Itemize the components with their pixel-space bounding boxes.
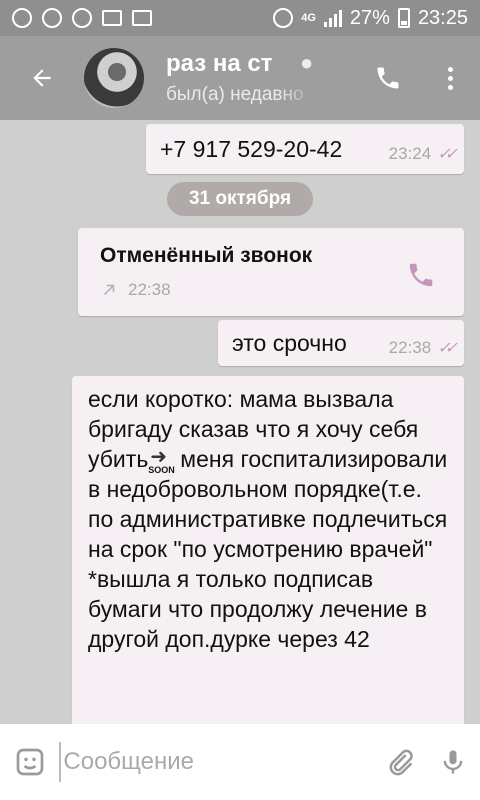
soon-arrow-icon: ➜ SOON [148,445,175,475]
status-icons-right: 4G 27% 23:25 [273,7,468,30]
hat-emoji-icon: ● [300,50,314,75]
read-ticks-icon: ✓✓ [437,340,458,357]
microphone-icon [443,750,463,774]
message-input[interactable] [59,742,374,782]
chat-header: раз на ст был(а) недавно ● [0,36,480,120]
dot-icon [447,84,453,90]
phone-icon[interactable] [406,260,436,290]
date-separator: 31 октября [167,182,313,216]
mic-button[interactable] [427,724,480,800]
dot-icon [447,66,453,72]
read-ticks-icon: ✓✓ [437,146,458,163]
clock: 23:25 [417,6,468,29]
message-text-continued: меня госпитализировали в недобровольном … [88,446,448,652]
status-bar: 4G 27% 23:25 [0,0,480,36]
network-type: 4G [301,12,316,24]
signal-icon [323,9,342,27]
phone-icon [377,67,399,89]
message-list[interactable]: +7 917 529-20-42 23:24 ✓✓ 31 октября Отме… [0,120,480,724]
status-icons-left [12,8,152,28]
outgoing-message[interactable]: это срочно 22:38 ✓✓ [218,320,464,366]
paperclip-icon [389,749,413,776]
call-button[interactable] [356,36,420,120]
missed-call-message[interactable]: Отменённый звонок 22:38 [78,228,464,316]
message-time: 23:24 [388,144,432,163]
dot-icon [447,75,453,81]
call-title: Отменённый звонок [100,244,313,267]
mail-icon [102,10,122,26]
arrow-left-icon [33,69,51,87]
alarm-icon [42,8,62,28]
do-not-disturb-icon [12,8,32,28]
emoji-button[interactable] [0,724,59,800]
message-input-bar [0,724,480,800]
attach-button[interactable] [373,724,426,800]
call-time: 22:38 [128,280,171,299]
message-meta: 23:24 ✓✓ [388,144,458,164]
pinterest-icon [72,8,92,28]
chat-status: был(а) недавно [166,84,304,105]
more-options-button[interactable] [420,36,480,120]
outgoing-message[interactable]: +7 917 529-20-42 23:24 ✓✓ [146,124,464,174]
alarm-clock-icon [273,8,294,28]
sticker-icon [16,748,44,776]
call-arrow-icon [103,284,115,296]
battery-percent: 27% [349,6,390,29]
battery-charging-icon [397,8,410,28]
chat-title: раз на ст [166,50,273,77]
chat-title-block[interactable]: раз на ст был(а) недавно [166,50,356,106]
message-text: +7 917 529-20-42 [160,136,343,162]
image-icon [132,10,152,26]
soon-emoji-label: SOON [148,464,175,475]
message-text: это срочно [232,330,347,356]
call-meta: 22:38 [100,280,171,300]
message-meta: 22:38 ✓✓ [388,338,458,358]
avatar[interactable] [84,48,144,108]
incoming-message[interactable]: если коротко: мама вызвала бригаду сказа… [72,376,464,724]
message-time: 22:38 [388,338,432,357]
back-button[interactable] [0,36,84,120]
